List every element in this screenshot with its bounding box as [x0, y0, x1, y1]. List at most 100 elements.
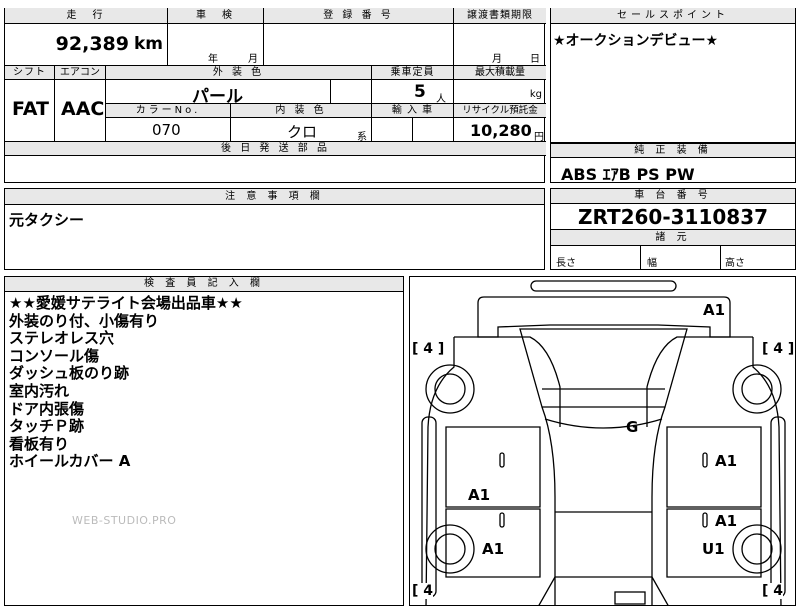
inspection-year: 年 [208, 54, 218, 65]
caution-label: 注 意 事 項 欄 [5, 189, 544, 205]
interior-color-header: 内 装 色 [231, 104, 372, 118]
roof [541, 406, 666, 605]
body-outline [425, 337, 782, 605]
sales-point-label: セールスポイント [551, 8, 795, 24]
caution-box: 注 意 事 項 欄 元タクシー [4, 188, 545, 270]
mark-rear: A1 [703, 301, 726, 319]
dimensions-label: 諸 元 [551, 230, 795, 246]
recycle-unit: 円 [534, 132, 544, 143]
dimensions-box: 諸 元 長さ 幅 高さ [550, 230, 796, 270]
mark-left-front-wheel: A1 [482, 540, 505, 558]
inspector-notes: ★★愛媛サテライト会場出品車★★ 外装のり付、小傷有り ステレオレス穴 コンソール傷ダ… [9, 294, 243, 471]
tread-left-upper: [ 4 ] [412, 341, 445, 357]
left-front-wheel [425, 524, 475, 574]
interior-color-cell: クロ 系 [231, 118, 372, 143]
exterior-color-extra [331, 80, 372, 104]
inspector-note-line: 看板有り [9, 434, 70, 453]
color-no-value: 070 [152, 121, 181, 139]
mark-right-rear-door: A1 [715, 452, 738, 470]
import-cell-b [413, 118, 454, 142]
color-no-header: カラーNo. [106, 104, 231, 118]
chassis-label: 車 台 番 号 [551, 189, 795, 204]
transfer-deadline-label: 譲渡書類期限 [467, 10, 533, 21]
exterior-color-header: 外 装 色 [106, 66, 372, 80]
rear-window [519, 328, 688, 408]
dimension-length-cell: 長さ [551, 246, 641, 270]
registration-label: 登 録 番 号 [323, 10, 394, 21]
mark-right-front-wheel: U1 [702, 540, 725, 558]
registration-header: 登 録 番 号 [264, 8, 454, 24]
aircon-header: エアコン [55, 66, 106, 80]
mark-right-front-door: A1 [715, 512, 738, 530]
genuine-equipment-text: ABS ｴｱB PS PW [561, 165, 695, 184]
exterior-color-cell: パール [106, 80, 331, 107]
car-diagram-box: A1 G A1 A1 A1 A1 U1 [ 4 ] [ 4 ] [ 4 [ 4 [409, 276, 796, 606]
max-load-header: 最大積載量 [454, 66, 546, 80]
mileage-label: 走 行 [66, 10, 106, 21]
inspector-notes-box: 検 査 員 記 入 欄 ★★愛媛サテライト会場出品車★★ 外装のり付、小傷有り ステ… [4, 276, 404, 606]
inspector-note-line: ホイールカバー A [9, 452, 131, 471]
dimension-width-label: 幅 [647, 258, 657, 269]
capacity-unit: 人 [436, 94, 446, 105]
inspection-month: 月 [248, 54, 258, 65]
interior-color-suffix: 系 [357, 132, 367, 143]
inspector-label: 検 査 員 記 入 欄 [5, 277, 403, 292]
registration-cell [264, 24, 454, 66]
caution-text: 元タクシー [9, 211, 85, 229]
aircon-value: AAC [61, 98, 105, 120]
aircon-cell: AAC [55, 80, 106, 142]
mileage-value: 92,389 [55, 33, 129, 55]
sales-point-text: ★オークションデビュー★ [553, 33, 719, 49]
inspection-label: 車 検 [196, 10, 235, 21]
recycle-value: 10,280 [470, 121, 532, 140]
dimension-length-label: 長さ [556, 258, 576, 269]
right-sill [770, 416, 786, 598]
right-rear-wheel-inner [741, 373, 773, 405]
aircon-label: エアコン [60, 67, 100, 78]
max-load-cell: kg [454, 80, 546, 104]
vehicle-info-form: 走 行 車 検 登 録 番 号 譲渡書類期限 92,389 km 年 月 月 日… [4, 8, 546, 183]
genuine-equipment-label: 純 正 装 備 [551, 144, 795, 158]
mark-left-rear-door: A1 [468, 486, 491, 504]
inspector-note-line: ドア内張傷 [9, 399, 85, 418]
import-label: 輸 入 車 [391, 105, 434, 116]
inspection-header: 車 検 [168, 8, 264, 24]
dimension-width-cell: 幅 [641, 246, 721, 270]
mileage-header: 走 行 [5, 8, 168, 24]
door-handle [499, 452, 505, 468]
door-handle [499, 512, 505, 528]
later-parts-label: 後 日 発 送 部 品 [221, 143, 330, 154]
windshield [538, 576, 669, 605]
import-cell-a [372, 118, 413, 142]
interior-color-value: クロ [287, 123, 318, 141]
color-no-label: カラーNo. [135, 105, 201, 116]
mark-roof: G [626, 418, 639, 436]
watermark: WEB-STUDIO.PRO [72, 514, 177, 527]
exterior-color-label: 外 装 色 [212, 67, 265, 78]
car-diagram [421, 280, 786, 605]
roof-rear [544, 418, 663, 429]
door-handle [702, 452, 708, 468]
right-front-wheel [732, 524, 782, 574]
tread-right-lower: [ 4 [762, 583, 784, 599]
mileage-unit: km [133, 34, 163, 54]
interior-color-label: 内 装 色 [275, 105, 327, 116]
shift-label: シフト [13, 67, 46, 78]
chassis-value: ZRT260-3110837 [577, 205, 769, 229]
transfer-cell: 月 日 [454, 24, 546, 66]
left-front-wheel-inner [434, 533, 466, 565]
recycle-label: リサイクル預託金 [462, 105, 538, 116]
right-front-wheel-inner [741, 533, 773, 565]
door-handle [702, 512, 708, 528]
transfer-day: 日 [530, 54, 540, 65]
later-parts-header: 後 日 発 送 部 品 [5, 142, 546, 156]
inspector-note-line: ステレオレス穴 [9, 329, 115, 348]
front-bumper-bottom [614, 591, 646, 605]
transfer-month: 月 [492, 54, 502, 65]
capacity-value: 5 [414, 82, 426, 102]
left-sill [421, 416, 437, 598]
dimension-height-cell: 高さ [721, 246, 797, 270]
inspector-note-line: コンソール傷 [9, 346, 100, 365]
inspector-note-line: ダッシュ板のり跡 [9, 364, 130, 383]
chassis-box: 車 台 番 号 ZRT260-3110837 [550, 188, 796, 230]
